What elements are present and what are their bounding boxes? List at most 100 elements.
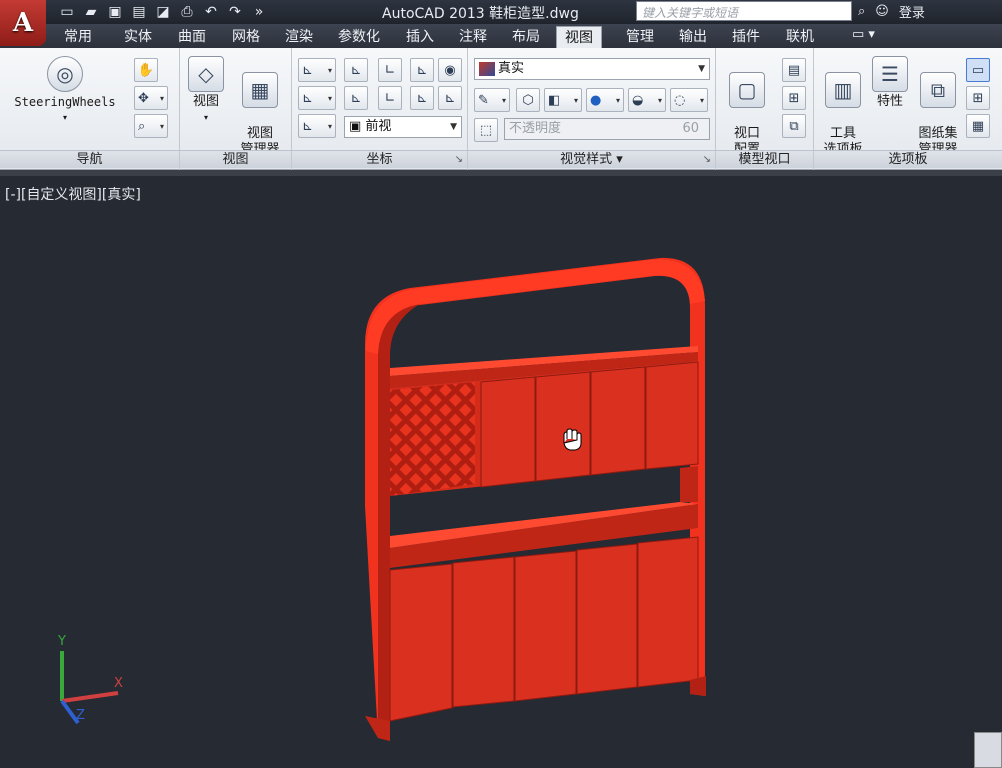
navigation-thumbnail[interactable] (974, 732, 1002, 768)
plot-preview-icon[interactable]: ◪ (152, 2, 174, 22)
panel-label: 坐标 ↘ (292, 150, 467, 168)
panel-label: 模型视口 (716, 150, 813, 168)
panel-label: 导航 (0, 150, 179, 168)
search-input[interactable]: 键入关键字或短语 (636, 1, 852, 21)
ribbon-minimize-button[interactable]: ▭ ▾ (852, 27, 875, 42)
material-button[interactable]: ◒ ▾ (628, 88, 666, 112)
tab-online[interactable]: 联机 (778, 26, 822, 48)
tab-layout[interactable]: 布局 (504, 26, 548, 48)
z-axis-label: Z (76, 708, 85, 723)
edge-icon: ✎ (478, 92, 489, 108)
open-icon[interactable]: ▰ (80, 2, 102, 22)
visual-style-select[interactable]: 真实 ▼ (474, 58, 710, 80)
edge-style-button[interactable]: ✎ ▾ (474, 88, 510, 112)
face-color-icon: ◧ (548, 92, 561, 108)
dropdown-arrow-icon: ▾ (203, 113, 208, 122)
ucs-view-icon: ⊾ (302, 118, 313, 134)
join-viewports-icon[interactable]: ⊞ (782, 86, 806, 110)
sheetset-icon: ⧉ (920, 72, 956, 108)
dropdown-arrow-icon: ▾ (62, 113, 67, 122)
tab-mesh[interactable]: 网格 (224, 26, 268, 48)
properties-icon: ☰ (872, 56, 908, 92)
ribbon: ◎ SteeringWheels ▾ ✋ ✥ ▾ ⌕ ▾ 导航 ◇ 视图 ▾ ▦ 视… (0, 48, 1002, 170)
tab-insert[interactable]: 插入 (398, 26, 442, 48)
save-icon[interactable]: ▣ (104, 2, 126, 22)
window-title: AutoCAD 2013 鞋柜造型.dwg (382, 6, 579, 22)
named-viewports-icon[interactable]: ▤ (782, 58, 806, 82)
panel-visual-styles: 真实 ▼ ✎ ▾ ⬡ ◧ ▾ ● ▾ ◒ ▾ ◌ ▾ ⬚ 不透明度 60 视觉样式 ▾ ↘ (468, 48, 716, 170)
view-manager-icon: ▦ (242, 72, 278, 108)
tab-annotate[interactable]: 注释 (451, 26, 495, 48)
tab-plugins[interactable]: 插件 (724, 26, 768, 48)
orbit-icon: ✥ (138, 90, 149, 106)
ucs-origin-button[interactable]: ⊾ ▾ (298, 86, 336, 110)
middle-side (680, 466, 698, 502)
orbit-button[interactable]: ✥ ▾ (134, 86, 168, 110)
ucs-button[interactable]: ⊾ ▾ (298, 58, 336, 82)
drawing-viewport[interactable]: [-][自定义视图][真实] Y X Z (0, 176, 1002, 768)
saveas-icon[interactable]: ▤ (128, 2, 150, 22)
face-color-button[interactable]: ◧ ▾ (544, 88, 582, 112)
upper-doors (480, 361, 699, 488)
title-bar: ▭ ▰ ▣ ▤ ◪ ⎙ ↶ ↷ » AutoCAD 2013 鞋柜造型.dwg … (0, 0, 1002, 24)
ucs-named-icon[interactable]: ⊾ (344, 58, 368, 82)
login-link[interactable]: 登录 (899, 2, 925, 21)
panel-view: ◇ 视图 ▾ ▦ 视图 管理器 视图 (180, 48, 292, 170)
more-icon[interactable]: » (248, 2, 270, 22)
zoom-icon: ⌕ (138, 118, 146, 134)
shadow-icon[interactable]: ⬡ (516, 88, 540, 112)
ucs-3point-icon[interactable]: ⊾ (438, 86, 462, 110)
ucs-x-icon[interactable]: ⊾ (344, 86, 368, 110)
lattice-panel (390, 382, 475, 496)
ucs-globe-icon[interactable]: ◉ (438, 58, 462, 82)
tab-parametric[interactable]: 参数化 (330, 26, 388, 48)
environment-icon: ◌ (674, 92, 686, 108)
dialog-launcher-icon[interactable]: ↘ (455, 151, 463, 169)
pan-icon[interactable]: ✋ (134, 58, 158, 82)
ucs-origin-icon: ⊾ (302, 90, 313, 106)
ucs-view-button[interactable]: ⊾ ▾ (298, 114, 336, 138)
tab-surface[interactable]: 曲面 (170, 26, 214, 48)
panel-coordinates: ⊾ ▾ ⊾ ▾ ⊾ ▾ ⊾ ∟ ⊾ ◉ ⊾ ∟ ⊾ ⊾ ▣ 前视 ▼ 坐标 ↘ (292, 48, 468, 170)
ucs-world-icon[interactable]: ∟ (378, 58, 402, 82)
ucs-y-icon[interactable]: ∟ (378, 86, 402, 110)
design-center-icon[interactable]: ⊞ (966, 86, 990, 110)
opacity-slider[interactable]: 不透明度 60 (504, 118, 710, 140)
steeringwheels-button[interactable]: ◎ SteeringWheels ▾ (10, 56, 120, 126)
redo-icon[interactable]: ↷ (224, 2, 246, 22)
binoculars-icon[interactable]: ⌕ (858, 4, 865, 19)
xray-icon[interactable]: ⬚ (474, 118, 498, 142)
tab-solid[interactable]: 实体 (116, 26, 160, 48)
command-line-icon[interactable]: ▭ (966, 58, 990, 82)
panel-label: 选项板 (814, 150, 1002, 168)
tab-output[interactable]: 输出 (671, 26, 715, 48)
x-axis-label: X (114, 676, 123, 691)
x-axis (61, 691, 119, 703)
ucs-previous-icon[interactable]: ⊾ (410, 58, 434, 82)
lower-doors (389, 536, 699, 722)
view-select[interactable]: ▣ 前视 ▼ (344, 116, 462, 138)
new-icon[interactable]: ▭ (56, 2, 78, 22)
ucs-icon: ⊾ (302, 62, 313, 78)
quick-access-toolbar: ▭ ▰ ▣ ▤ ◪ ⎙ ↶ ↷ » (56, 2, 270, 22)
undo-icon[interactable]: ↶ (200, 2, 222, 22)
environment-button[interactable]: ◌ ▾ (670, 88, 708, 112)
application-menu-button[interactable]: A (0, 0, 46, 46)
shoe-cabinet-model (365, 257, 706, 741)
lighting-button[interactable]: ● ▾ (586, 88, 624, 112)
ucs-z-icon[interactable]: ⊾ (410, 86, 434, 110)
print-icon[interactable]: ⎙ (176, 2, 198, 22)
tab-manage[interactable]: 管理 (618, 26, 662, 48)
view-button[interactable]: ◇ 视图 ▾ (186, 56, 226, 126)
markup-icon[interactable]: ▦ (966, 114, 990, 138)
tab-view[interactable]: 视图 (556, 26, 602, 48)
viewport-icon: ▢ (729, 72, 765, 108)
user-icon[interactable]: ☺ (875, 4, 889, 19)
y-axis-label: Y (57, 634, 66, 649)
properties-button[interactable]: ☰ 特性 (870, 56, 910, 110)
dialog-launcher-icon[interactable]: ↘ (703, 151, 711, 169)
restore-viewport-icon[interactable]: ⧉ (782, 114, 806, 138)
tab-home[interactable]: 常用 (56, 26, 100, 48)
zoom-button[interactable]: ⌕ ▾ (134, 114, 168, 138)
tab-render[interactable]: 渲染 (277, 26, 321, 48)
